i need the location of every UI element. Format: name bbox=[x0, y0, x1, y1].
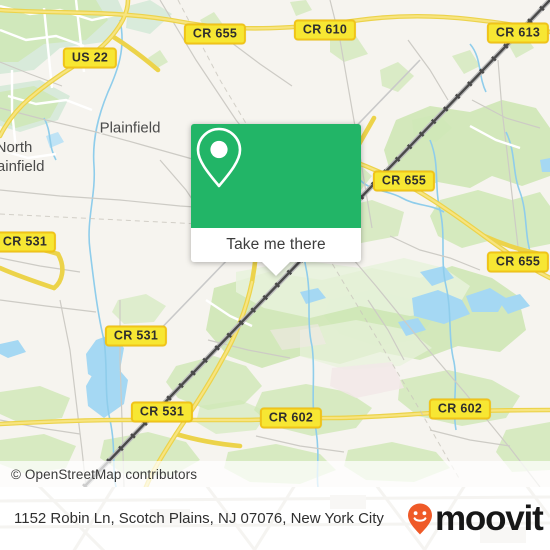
moovit-wordmark: moovit bbox=[435, 498, 544, 538]
location-callout-card[interactable]: Take me there bbox=[191, 124, 361, 276]
road-shield-cr655-top[interactable]: CR 655 bbox=[183, 23, 247, 45]
take-me-there-label: Take me there bbox=[226, 236, 326, 253]
road-shield-cr602-left[interactable]: CR 602 bbox=[259, 407, 323, 429]
callout-icon-area bbox=[191, 124, 361, 228]
moovit-smiley-pin-icon bbox=[408, 503, 432, 534]
road-shield-cr602-right[interactable]: CR 602 bbox=[428, 398, 492, 420]
location-address: 1152 Robin Ln, Scotch Plains, NJ 07076, … bbox=[14, 510, 384, 527]
road-shield-cr531-low[interactable]: CR 531 bbox=[130, 401, 194, 423]
osm-attribution-text: © OpenStreetMap contributors bbox=[11, 466, 198, 482]
road-shield-cr655-right[interactable]: CR 655 bbox=[486, 251, 550, 273]
footer-bar: 1152 Robin Ln, Scotch Plains, NJ 07076, … bbox=[0, 487, 550, 550]
road-shield-cr531-mid[interactable]: CR 531 bbox=[104, 325, 168, 347]
map-attribution-bar: © OpenStreetMap contributors bbox=[0, 461, 550, 487]
road-shield-cr610[interactable]: CR 610 bbox=[293, 19, 357, 41]
map-pin-icon bbox=[196, 127, 242, 188]
screenshot-root: Plainfield North Plainfield CR 655 CR 61… bbox=[0, 0, 550, 550]
road-shield-cr613[interactable]: CR 613 bbox=[486, 22, 550, 44]
road-shield-cr531-left[interactable]: CR 531 bbox=[0, 231, 57, 253]
moovit-brand[interactable]: moovit bbox=[406, 498, 544, 538]
road-shield-us22[interactable]: US 22 bbox=[62, 47, 118, 69]
map-canvas[interactable]: Plainfield North Plainfield CR 655 CR 61… bbox=[0, 0, 550, 487]
callout-tail bbox=[262, 262, 290, 276]
callout-action-area[interactable]: Take me there bbox=[191, 228, 361, 276]
road-shield-cr655-mid[interactable]: CR 655 bbox=[372, 170, 436, 192]
